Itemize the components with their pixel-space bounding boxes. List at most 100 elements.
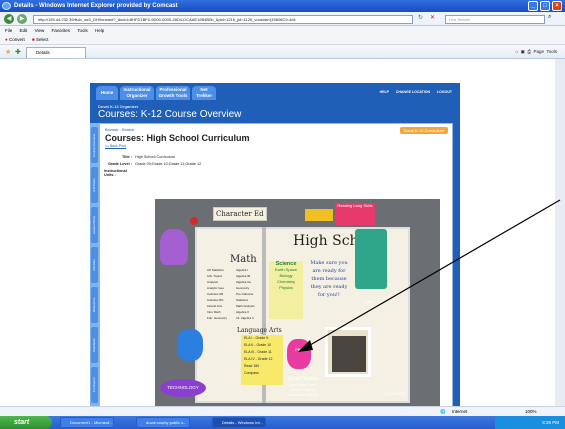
taskbar: start Document1 - Microsof... duval coun… [0,416,565,429]
menu-tools[interactable]: Tools [77,28,88,33]
search-icon[interactable]: ⌕ [548,14,551,21]
side-tab-unit-plans[interactable]: Unit Plans [91,167,98,203]
lang-item[interactable]: ELA I - Grade 9 [244,335,283,342]
convert-icon: ● [5,37,8,42]
links-bar: ● Convert ■ Select [0,35,565,45]
menu-view[interactable]: View [35,28,45,33]
side-tab-course-overview[interactable]: Course Overview [91,127,98,163]
lang-item[interactable]: ELA III - Grade 11 [244,349,283,356]
site-frame: Home Instructional Organizer Professiona… [90,83,460,408]
add-favorite-icon[interactable]: ✚ [15,48,21,56]
mural-character-ed[interactable]: Character Ed [213,207,267,221]
lang-item[interactable]: ELA II - Grade 10 [244,342,283,349]
mural-language-arts[interactable]: Language Arts [237,327,282,334]
start-label: start [14,419,30,426]
side-tab-curriculum[interactable]: Curriculum [91,367,98,403]
meta-grade: Grade Level : Grade 09;Grade 10;Grade 11;… [104,162,201,166]
social-item[interactable]: American History [283,392,323,397]
side-tab-standards[interactable]: Standards [91,327,98,363]
mural-science-note: Science Earth Space Biology Chemistry Ph… [269,261,303,319]
address-bar: ◀ ▶ http://155.44.232.39/fs4v_ssS_DH/for… [0,12,565,26]
home-icon[interactable]: ⌂ [515,49,518,54]
side-tab-lesson-plans[interactable]: Lesson Plans [91,207,98,243]
course-panel: Browse : Search Duval K-12 Curriculum Co… [99,123,453,408]
ie-logo-icon [2,2,11,10]
logout-link[interactable]: LOGOUT [437,90,452,94]
system-tray: 8:35 PM [495,416,565,429]
site-nav: Home Instructional Organizer Professiona… [90,83,460,103]
nav-net-trekker[interactable]: Net Trekker [192,86,216,100]
maximize-button[interactable]: □ [540,1,550,11]
search-input[interactable]: Live Search [445,15,545,24]
tab-bar: ★ ✚ Details ⌂ ▣ ⎙ Page Tools [0,45,565,59]
page-content: Home Instructional Organizer Professiona… [0,59,565,408]
meta-title-value: High School Curriculum [135,155,175,159]
minimize-button[interactable]: _ [528,1,538,11]
print-icon[interactable]: ⎙ [527,49,531,54]
mural-technology[interactable]: TECHNOLOGY [160,379,206,397]
select-button[interactable]: Select [36,37,49,42]
meta-grade-value: Grade 09;Grade 10;Grade 11;Grade 12 [135,162,202,166]
menu-favorites[interactable]: Favorites [52,28,71,33]
page-title: Courses: K-12 Course Overview [98,109,242,120]
mural-reading-note[interactable]: Reading Lang Skills [335,203,375,225]
mural-math-list-left: AP Statistics Adv. Topics Analysis Analy… [207,267,233,333]
mural-green-card [355,229,387,289]
close-button[interactable]: × [552,1,562,11]
mural-photo [325,327,371,377]
tab-details[interactable]: Details [26,47,86,58]
meta-title-label: Title : [121,155,132,159]
nav-instructional-organizer[interactable]: Instructional Organizer [120,86,154,100]
back-icon[interactable]: ◀ [4,14,14,24]
mural-social-studies: Social Studies American Gov't World Hist… [283,377,323,398]
url-input[interactable]: http://155.44.232.39/fs4v_ssS_DH/forward… [33,15,413,24]
mural-pink-hand [287,339,311,369]
course-title: Courses: High School Curriculum [105,133,250,143]
page-menu[interactable]: Page [534,49,545,54]
feeds-icon[interactable]: ▣ [521,49,525,54]
menu-edit[interactable]: Edit [20,28,28,33]
mural-careers[interactable]: Careers [385,391,405,397]
menu-help[interactable]: Help [95,28,104,33]
science-item[interactable]: Physics [269,285,303,291]
lang-item[interactable]: Read 180 [244,363,283,370]
window-titlebar: Details - Windows Internet Explorer prov… [0,0,565,12]
mural-red-apple [190,217,198,225]
math-item[interactable]: Fdn. Geometry [207,315,233,321]
favorites-star-icon[interactable]: ★ [5,48,11,56]
nav-professional-growth[interactable]: Professional Growth Tools [156,86,190,100]
breadcrumb[interactable]: Browse : Search [105,127,134,132]
meta-title: Title : High School Curriculum [104,155,175,159]
meta-units-label: Instructional Units : [104,169,127,177]
mural-arts[interactable]: Arts [365,299,373,304]
task-word[interactable]: Document1 - Microsof... [60,417,114,428]
change-location-link[interactable]: CHANGE LOCATION [396,90,430,94]
task-details[interactable]: Details - Windows Int... [212,417,266,428]
mural-pe[interactable]: PE [295,347,301,352]
meta-units: Instructional Units : [104,169,144,177]
mural-photo-image [332,336,366,372]
lang-item[interactable]: ELA IV - Grade 12 [244,356,283,363]
side-tab-activities[interactable]: Activities [91,247,98,283]
back-print-links[interactable]: << Back Print [105,144,126,148]
mural-lang-arts-note: ELA I - Grade 9 ELA II - Grade 10 ELA II… [241,335,283,385]
menu-bar: File Edit View Favorites Tools Help [0,26,565,35]
math-item[interactable]: Int. Algebra II [236,315,262,321]
lang-item[interactable]: Compass [244,370,283,377]
nav-home[interactable]: Home [96,86,118,100]
refresh-icon[interactable]: ↻ [418,14,423,21]
help-link[interactable]: HELP [380,90,389,94]
side-tab-resources[interactable]: Resources [91,287,98,323]
mural-math[interactable]: Math [230,254,257,265]
status-bar: 🌐 Internet 100% [0,406,565,416]
curriculum-badge: Duval K-12 Curriculum [399,127,448,134]
convert-button[interactable]: Convert [9,37,25,42]
task-duval[interactable]: duval county public s... [136,417,190,428]
tools-menu[interactable]: Tools [546,49,557,54]
menu-file[interactable]: File [5,28,12,33]
mural-math-list-right: Algebra I Algebra IB Algebra IIa Geometr… [236,267,262,333]
forward-icon[interactable]: ▶ [17,14,27,24]
start-button[interactable]: start [0,416,52,429]
tab-label: Details [36,50,50,55]
stop-icon[interactable]: ✕ [430,14,435,21]
